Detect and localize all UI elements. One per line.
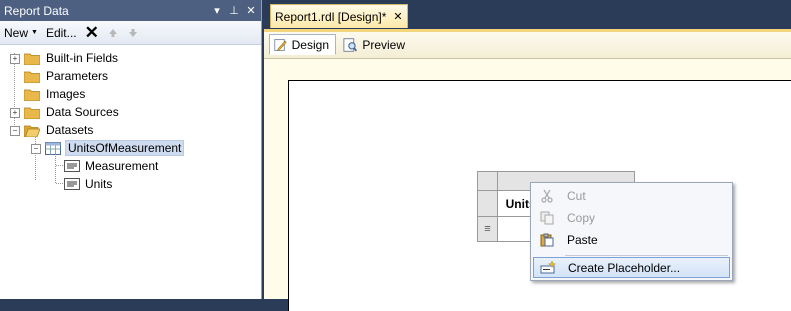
collapse-dataset[interactable]: − <box>31 144 41 154</box>
tab-label: Design <box>291 37 329 52</box>
placeholder-icon <box>534 260 562 275</box>
tree-item-label: Measurement <box>85 159 159 173</box>
menu-item-label: Cut <box>567 188 586 203</box>
chevron-down-icon: ▼ <box>31 29 38 36</box>
field-icon <box>64 178 80 190</box>
tree-connector <box>56 165 63 166</box>
folder-icon <box>24 89 40 101</box>
panel-pin-button[interactable]: ⊥ <box>227 4 241 17</box>
tablix-row-handle[interactable] <box>477 190 498 217</box>
dataset-icon <box>45 141 61 155</box>
folder-icon <box>24 53 40 65</box>
cut-icon <box>533 189 561 203</box>
design-icon <box>274 38 287 51</box>
tree-item-images[interactable]: Images <box>24 85 85 103</box>
tab-preview[interactable]: Preview <box>339 34 411 55</box>
tree-item-parameters[interactable]: Parameters <box>24 67 108 85</box>
menu-separator <box>565 255 728 256</box>
menu-item-label: Copy <box>567 210 596 225</box>
tree-item-label: Units <box>85 177 113 191</box>
new-button-label: New <box>4 25 29 40</box>
tree-item-dataset-unitsofmeasurement[interactable]: UnitsOfMeasurement <box>45 139 185 157</box>
menu-item-create-placeholder[interactable]: Create Placeholder... <box>533 257 730 278</box>
tree-item-label: UnitsOfMeasurement <box>65 140 185 156</box>
tree-connector <box>35 135 36 180</box>
tree-item-label: Datasets <box>46 123 94 137</box>
tree-connector <box>55 153 56 183</box>
tree-item-label: Parameters <box>46 69 109 83</box>
context-menu: Cut Copy Paste Create Placeholder... <box>530 182 733 281</box>
tab-close-icon[interactable]: ✕ <box>391 10 405 23</box>
panel-dropdown-button[interactable]: ▾ <box>210 4 224 17</box>
folder-icon <box>24 107 40 119</box>
tab-design[interactable]: Design <box>269 34 336 55</box>
tab-label: Report1.rdl [Design]* <box>275 9 387 24</box>
document-tab-strip: Report1.rdl [Design]* ✕ <box>262 0 791 29</box>
tree-item-field-units[interactable]: Units <box>64 175 112 193</box>
copy-icon <box>533 211 561 225</box>
new-button[interactable]: New ▼ <box>4 26 38 40</box>
folder-icon <box>24 71 40 83</box>
panel-close-button[interactable]: ✕ <box>244 4 258 17</box>
tree-item-field-measurement[interactable]: Measurement <box>64 157 158 175</box>
panel-title-bar: Report Data ▾ ⊥ ✕ <box>0 0 261 21</box>
preview-icon <box>343 37 358 52</box>
collapse-datasets[interactable]: − <box>10 126 20 136</box>
menu-item-paste[interactable]: Paste <box>533 229 730 250</box>
tree-item-label: Data Sources <box>46 105 119 119</box>
expand-data-sources[interactable]: + <box>10 108 20 118</box>
expand-built-in-fields[interactable]: + <box>10 54 20 64</box>
move-up-icon[interactable] <box>107 27 119 39</box>
tablix-corner-handle[interactable] <box>477 171 498 191</box>
tree-item-label: Images <box>46 87 86 101</box>
tree-item-data-sources[interactable]: Data Sources <box>24 103 119 121</box>
tree-item-built-in-fields[interactable]: Built-in Fields <box>24 49 118 67</box>
tab-label: Preview <box>362 37 405 52</box>
field-icon <box>64 160 80 172</box>
tree-item-datasets[interactable]: Datasets <box>24 121 93 139</box>
tablix-detail-row-handle[interactable]: ≡ <box>477 216 498 242</box>
move-down-icon[interactable] <box>127 27 139 39</box>
menu-item-cut[interactable]: Cut <box>533 185 730 206</box>
paste-icon <box>533 233 561 247</box>
tab-report1-design[interactable]: Report1.rdl [Design]* ✕ <box>270 4 408 28</box>
menu-item-label: Create Placeholder... <box>568 260 681 275</box>
tree-connector <box>56 183 63 184</box>
panel-title: Report Data <box>4 3 69 18</box>
report-data-panel: Report Data ▾ ⊥ ✕ New ▼ Edit... ✕ + Buil… <box>0 0 262 299</box>
delete-icon[interactable]: ✕ <box>85 24 99 41</box>
view-tabs: Design Preview <box>264 32 791 59</box>
edit-button[interactable]: Edit... <box>46 26 77 40</box>
open-folder-icon <box>24 125 40 137</box>
tree-item-label: Built-in Fields <box>46 51 119 65</box>
menu-item-copy[interactable]: Copy <box>533 207 730 228</box>
panel-toolbar: New ▼ Edit... ✕ <box>0 21 261 45</box>
menu-item-label: Paste <box>567 232 598 247</box>
